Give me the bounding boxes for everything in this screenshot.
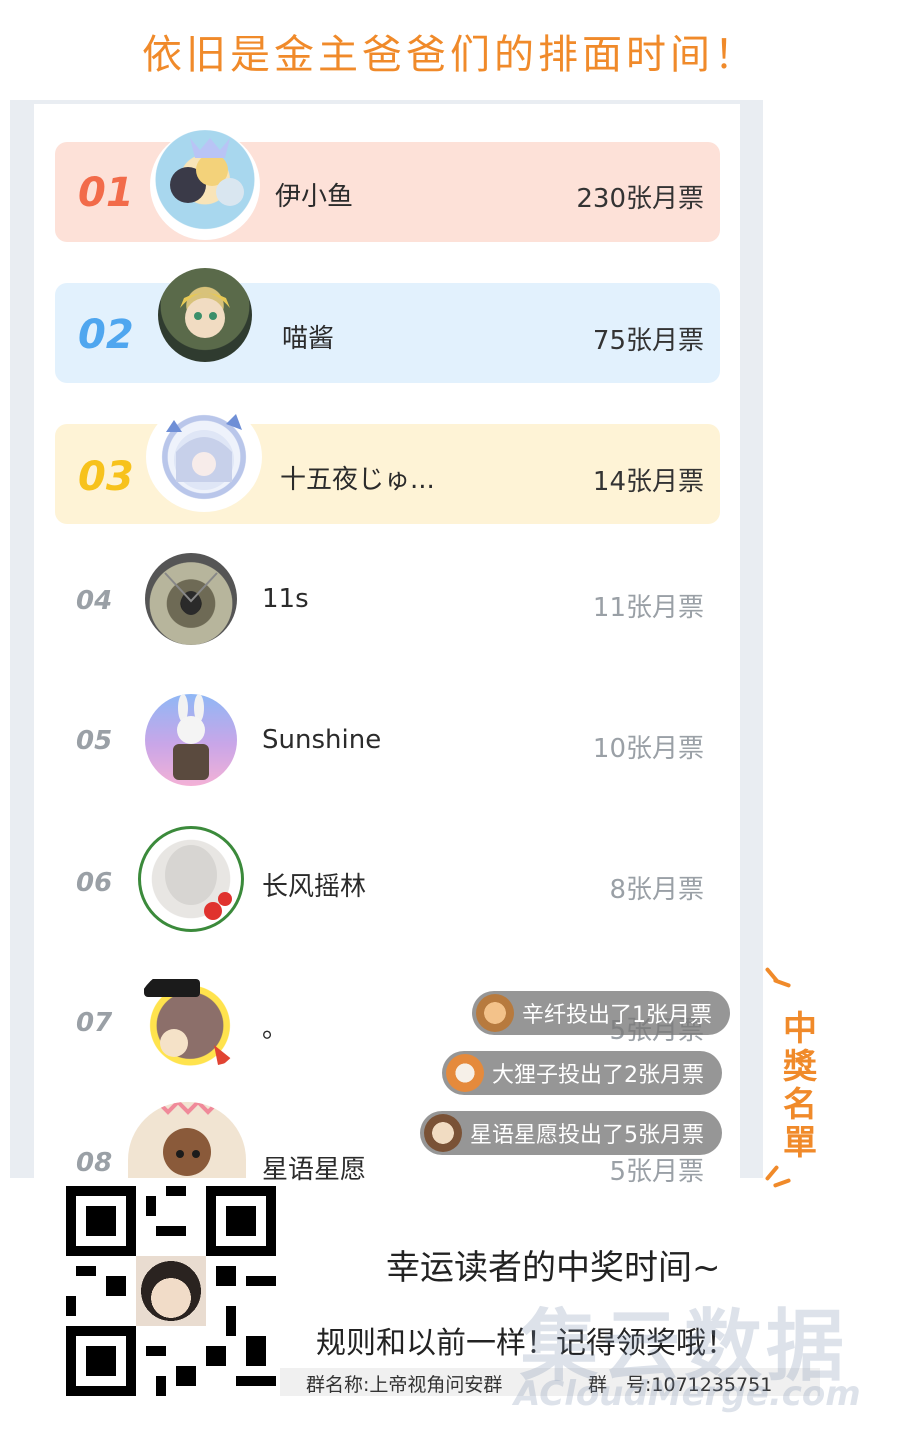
username: 伊小鱼 (275, 182, 354, 212)
avatar-art-icon (165, 845, 232, 920)
ticket-count: 75张月票 (592, 326, 704, 356)
vote-toast: 星语星愿投出了5张月票 (420, 1111, 722, 1155)
user-avatar[interactable] (145, 553, 237, 645)
rank-number: 08 (76, 1148, 113, 1178)
ticket-count: 230张月票 (576, 184, 704, 214)
user-avatar[interactable] (138, 826, 244, 932)
vote-toast: 大狸子投出了2张月票 (442, 1051, 722, 1095)
vote-toast: 辛纤投出了1张月票 (472, 991, 730, 1035)
toast-text: 辛纤投出了1张月票 (522, 1003, 712, 1028)
toast-text: 星语星愿投出了5张月票 (470, 1123, 704, 1148)
winners-label: 中獎名單 (783, 1009, 817, 1163)
avatar-art-icon (164, 572, 218, 615)
ticket-count: 10张月票 (592, 734, 704, 764)
username: 喵酱 (282, 324, 335, 354)
group-qr-code[interactable] (66, 1186, 276, 1396)
avatar-art-icon (144, 979, 234, 1065)
rank-number: 04 (76, 586, 113, 616)
username: Sunshine (262, 725, 382, 755)
user-avatar[interactable] (146, 402, 262, 512)
ticket-count: 14张月票 (592, 467, 704, 497)
username: 长风摇林 (262, 872, 367, 902)
rank-number: 05 (76, 726, 113, 756)
rank-number: 02 (78, 312, 134, 358)
rank-number: 01 (78, 170, 134, 216)
toast-avatar (424, 1114, 462, 1152)
decorative-tick (764, 1164, 780, 1182)
avatar-art-icon (180, 293, 230, 338)
user-avatar[interactable] (145, 694, 237, 786)
username: 星语星愿 (262, 1155, 367, 1185)
page-title: 依旧是金主爸爸们的排面时间！ (142, 32, 758, 78)
lucky-reader-heading: 幸运读者的中奖时间~ (386, 1248, 721, 1288)
user-avatar[interactable] (150, 130, 260, 240)
group-name: 群名称:上帝视角问安群 (306, 1374, 503, 1396)
user-avatar[interactable] (158, 268, 252, 362)
rank-number: 07 (76, 1008, 113, 1038)
avatar-art-icon (170, 138, 244, 206)
watermark-url: ACloudMerge.com (514, 1374, 861, 1414)
username: 十五夜じゅ... (280, 465, 435, 495)
ticket-count: 5张月票 (609, 1157, 704, 1187)
user-avatar[interactable] (134, 965, 246, 1075)
toast-text: 大狸子投出了2张月票 (492, 1063, 704, 1088)
ticket-count: 8张月票 (609, 875, 704, 905)
toast-avatar (446, 1054, 484, 1092)
decorative-tick (772, 1178, 792, 1188)
username: 11s (262, 584, 309, 614)
avatar-art-icon (173, 694, 209, 780)
rank-number: 06 (76, 868, 113, 898)
toast-avatar (476, 994, 514, 1032)
rank-number: 03 (78, 454, 134, 500)
decorative-tick (772, 978, 792, 988)
username: 。 (262, 1014, 289, 1044)
ticket-count: 11张月票 (592, 593, 704, 623)
avatar-art-icon (166, 414, 242, 490)
qr-code-icon (66, 1186, 276, 1396)
